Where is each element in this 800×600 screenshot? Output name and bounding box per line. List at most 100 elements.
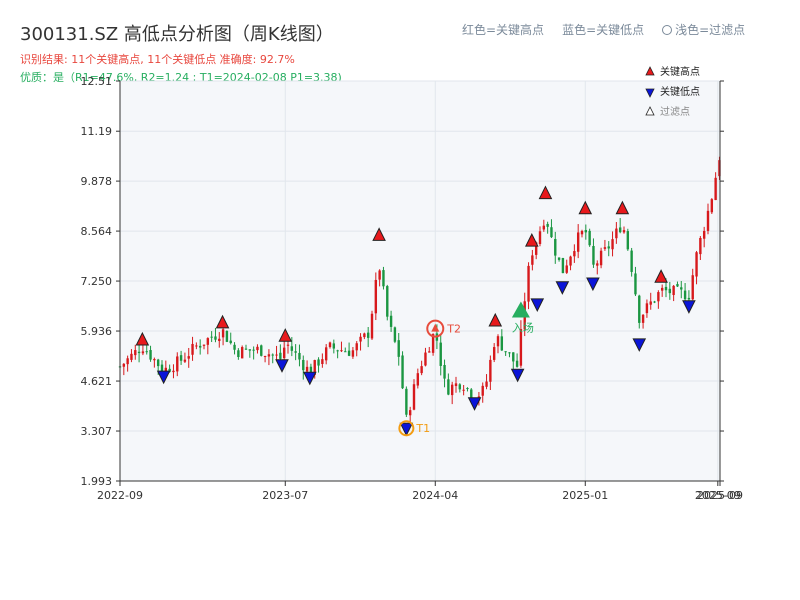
candle-body (687, 297, 691, 300)
candle-body (626, 231, 630, 250)
candle-body (706, 210, 710, 231)
candle-body (141, 351, 145, 354)
candle-body (229, 340, 232, 344)
candle-body (389, 315, 393, 327)
candle-body (286, 344, 290, 346)
y-tick-label: 5.936 (81, 325, 113, 338)
y-tick-label: 8.564 (81, 225, 113, 238)
candle-body (347, 350, 351, 356)
candle-body (683, 290, 687, 300)
candle-body (515, 360, 519, 367)
candle-body (351, 350, 355, 357)
candle-body (130, 353, 133, 360)
candle-body (645, 303, 649, 314)
candle-body (519, 329, 523, 366)
candle-body (657, 292, 660, 302)
y-tick-label: 7.250 (81, 275, 113, 288)
candle-body (691, 275, 694, 300)
candle-body (622, 230, 626, 233)
candle-body (538, 231, 542, 244)
candle-body (496, 336, 500, 347)
candle-body (416, 373, 420, 386)
entry-label: 入场 (512, 320, 534, 334)
candle-body (302, 359, 305, 371)
candle-body (393, 327, 397, 342)
candle-body (576, 232, 580, 252)
candle-body (374, 279, 378, 314)
candle-body (641, 314, 645, 323)
candle-body (305, 366, 309, 372)
candle-body (702, 230, 706, 239)
y-tick-label: 3.307 (81, 425, 113, 438)
candlestick-chart: 1.993 3.307 4.621 5.936 7.250 8.564 9.878 11.19… (81, 65, 743, 502)
y-tick-label: 9.878 (81, 175, 113, 188)
candle-body (615, 228, 618, 239)
candle-body (340, 350, 343, 352)
candle-body (366, 332, 370, 338)
y-tick-label: 11.19 (81, 125, 113, 138)
candle-body (172, 370, 175, 373)
candle-body (183, 359, 187, 362)
candle-body (599, 250, 603, 266)
candle-body (240, 347, 244, 359)
candle-body (263, 356, 267, 358)
candle-body (210, 336, 213, 338)
candle-body (428, 351, 431, 353)
candle-body (680, 287, 683, 290)
candle-body (397, 340, 400, 357)
candle-body (405, 388, 408, 415)
candle-body (458, 384, 462, 390)
candle-body (344, 351, 347, 353)
t2-label: T2 (446, 323, 461, 336)
candle-body (492, 347, 496, 360)
candle-body (137, 351, 141, 354)
x-tick-label: 2022-09 (97, 489, 143, 502)
candle-body (336, 350, 339, 352)
candle-body (653, 301, 656, 303)
candle-body (584, 230, 588, 233)
candle-body (546, 223, 549, 227)
candle-body (294, 351, 297, 353)
candle-body (198, 345, 202, 348)
candle-body (324, 347, 328, 361)
candle-body (676, 284, 679, 287)
candle-body (271, 354, 274, 356)
candle-body (672, 285, 675, 296)
candle-body (382, 270, 385, 287)
candle-body (187, 356, 190, 359)
candle-body (618, 227, 622, 233)
candle-body (542, 225, 546, 230)
candle-body (489, 359, 492, 382)
candle-body (282, 347, 286, 359)
candle-body (202, 344, 206, 346)
candle-body (363, 333, 366, 338)
candle-body (554, 238, 557, 256)
candle-body (317, 359, 320, 366)
candle-body (267, 354, 271, 357)
candle-body (248, 349, 252, 351)
candle-body (328, 342, 332, 348)
candle-body (573, 251, 576, 257)
candle-body (134, 350, 137, 356)
legend-label: 关键高点 (660, 65, 700, 78)
candle-body (126, 358, 129, 365)
candle-body (664, 286, 668, 291)
candle-body (462, 389, 465, 391)
candle-body (149, 350, 152, 360)
candle-body (260, 345, 263, 356)
y-tick-label: 4.621 (81, 375, 113, 388)
candle-body (378, 270, 381, 280)
candle-body (660, 287, 664, 291)
candle-body (153, 359, 156, 361)
candle-body (290, 346, 294, 351)
candle-body (527, 265, 530, 302)
candle-body (386, 286, 389, 317)
candle-body (447, 379, 450, 395)
candle-body (332, 343, 336, 349)
candle-body (321, 359, 324, 365)
candle-body (439, 342, 442, 366)
candle-body (176, 356, 179, 372)
candle-body (298, 352, 301, 360)
candle-body (279, 352, 282, 359)
candle-body (500, 336, 504, 351)
